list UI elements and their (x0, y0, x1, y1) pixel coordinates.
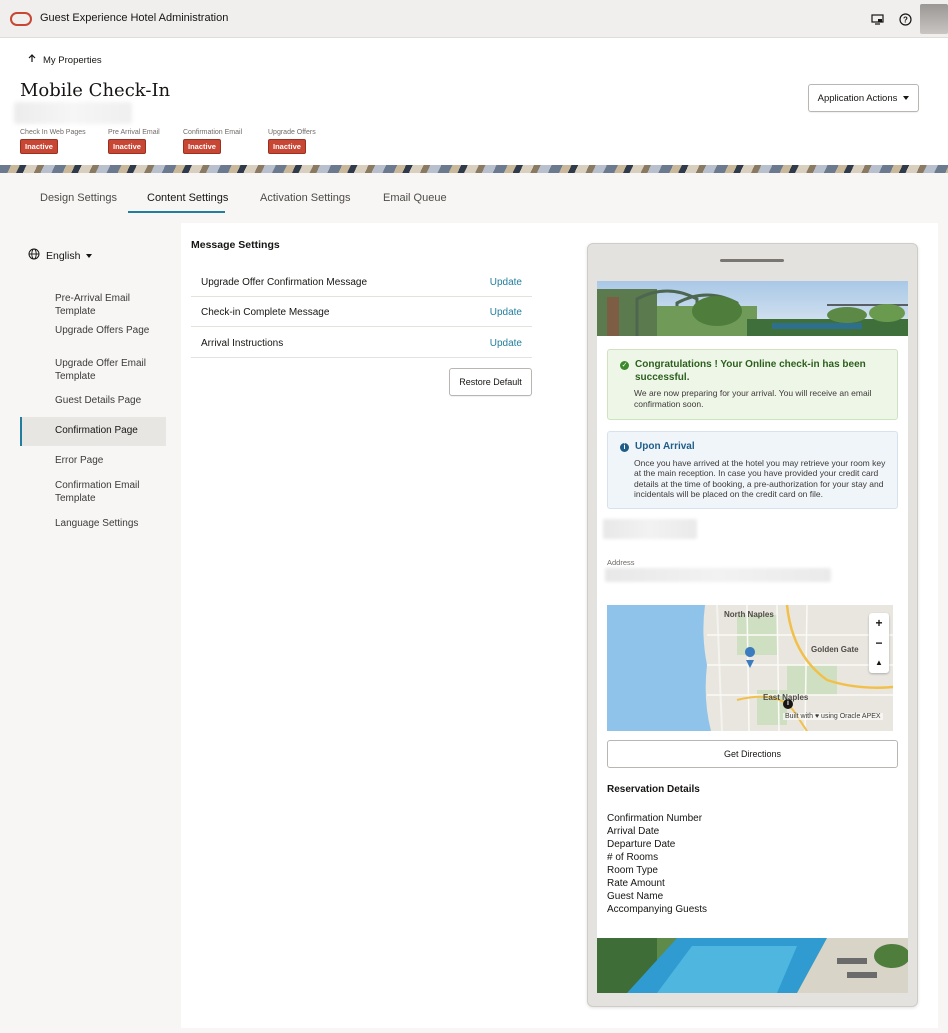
map-attribution: Built with ♥ using Oracle APEX (783, 713, 883, 720)
info-body: Once you have arrived at the hotel you m… (634, 457, 886, 500)
globe-icon (28, 248, 40, 263)
screen-share-icon[interactable] (869, 11, 885, 27)
reservation-field: Accompanying Guests (607, 904, 708, 915)
status-label: Check In Web Pages (20, 129, 86, 136)
reservation-field: Departure Date (607, 839, 676, 850)
phone-notch (720, 259, 784, 262)
checkin-success-alert: ✓ Congratulations ! Your Online check-in… (607, 349, 898, 420)
compass-icon[interactable]: ▲ (869, 653, 889, 673)
status-badge: Inactive (108, 139, 146, 154)
sidebar-item-language-settings[interactable]: Language Settings (55, 518, 165, 531)
svg-text:?: ? (903, 15, 908, 24)
reservation-field-list: Confirmation Number Arrival Date Departu… (607, 812, 707, 916)
status-label: Pre Arrival Email (108, 129, 160, 136)
update-link[interactable]: Update (490, 307, 522, 318)
message-label: Check-in Complete Message (201, 307, 330, 318)
caret-down-icon (86, 253, 93, 258)
reservation-field: Confirmation Number (607, 813, 703, 824)
reservation-field: # of Rooms (607, 852, 659, 863)
tab-activation-settings[interactable]: Activation Settings (260, 192, 351, 204)
back-to-properties-link[interactable]: My Properties (28, 54, 102, 66)
restore-default-button[interactable]: Restore Default (449, 368, 532, 396)
sidebar (0, 223, 180, 1028)
sidebar-item-upgrade-offers-page[interactable]: Upgrade Offers Page (55, 325, 165, 338)
success-body: We are now preparing for your arrival. Y… (634, 388, 872, 409)
message-label: Arrival Instructions (201, 338, 284, 349)
reservation-field: Arrival Date (607, 826, 660, 837)
status-upgrade-offers: Upgrade Offers Inactive (268, 129, 316, 154)
language-label: English (46, 249, 81, 262)
decorative-banner (0, 165, 948, 173)
map-controls: + − ▲ (869, 613, 889, 673)
active-tab-indicator (128, 211, 225, 213)
message-settings-title: Message Settings (191, 239, 280, 251)
status-label: Upgrade Offers (268, 129, 316, 136)
info-title: Upon Arrival (635, 441, 695, 452)
success-title: Congratulations ! Your Online check-in h… (635, 359, 866, 383)
map-label: Golden Gate (811, 645, 859, 654)
tab-content-settings[interactable]: Content Settings (147, 192, 228, 204)
message-label: Upgrade Offer Confirmation Message (201, 277, 368, 288)
zoom-in-button[interactable]: + (869, 613, 889, 633)
reservation-details-title: Reservation Details (607, 784, 700, 795)
tab-email-queue[interactable]: Email Queue (383, 192, 447, 204)
hotel-name-redacted (603, 519, 697, 539)
status-confirmation-email: Confirmation Email Inactive (183, 129, 242, 154)
sidebar-item-pre-arrival-email-template[interactable]: Pre-Arrival Email Template (55, 293, 165, 318)
hotel-pool-image (597, 938, 908, 993)
caret-down-icon (903, 96, 910, 100)
sidebar-item-guest-details-page[interactable]: Guest Details Page (55, 395, 165, 408)
update-link[interactable]: Update (490, 277, 522, 288)
reservation-field: Room Type (607, 865, 658, 876)
property-name-redacted (14, 102, 132, 124)
check-circle-icon: ✓ (620, 361, 629, 370)
status-badge: Inactive (183, 139, 221, 154)
zoom-out-button[interactable]: − (869, 633, 889, 653)
arrow-up-icon (28, 54, 36, 66)
sidebar-item-confirmation-page[interactable]: Confirmation Page (55, 425, 165, 438)
reservation-field: Rate Amount (607, 878, 665, 889)
address-label: Address (607, 558, 635, 567)
sidebar-item-upgrade-offer-email-template[interactable]: Upgrade Offer Email Template (55, 358, 165, 383)
hotel-garden-image (597, 281, 908, 336)
status-pre-arrival-email: Pre Arrival Email Inactive (108, 129, 160, 154)
status-badge: Inactive (268, 139, 306, 154)
app-title: Guest Experience Hotel Administration (40, 12, 229, 24)
map-info-icon[interactable]: i (783, 699, 793, 709)
status-check-in-web-pages: Check In Web Pages Inactive (20, 129, 86, 154)
page-title: Mobile Check-In (20, 80, 171, 101)
arrival-info-alert: i Upon Arrival Once you have arrived at … (607, 431, 898, 509)
message-row: Arrival Instructions Update (191, 328, 532, 358)
reservation-field: Guest Name (607, 891, 664, 902)
sidebar-item-confirmation-email-template[interactable]: Confirmation Email Template (55, 480, 165, 505)
status-badge: Inactive (20, 139, 58, 154)
tab-design-settings[interactable]: Design Settings (40, 192, 117, 204)
info-circle-icon: i (620, 443, 629, 452)
application-actions-button[interactable]: Application Actions (808, 84, 919, 112)
language-select[interactable]: English (28, 248, 93, 263)
help-icon[interactable]: ? (897, 11, 913, 27)
sidebar-item-error-page[interactable]: Error Page (55, 455, 165, 468)
top-bar: Guest Experience Hotel Administration ? (0, 0, 948, 38)
back-link-label: My Properties (43, 54, 102, 66)
status-label: Confirmation Email (183, 129, 243, 136)
user-avatar[interactable] (920, 4, 948, 34)
get-directions-button[interactable]: Get Directions (607, 740, 898, 768)
application-actions-label: Application Actions (817, 92, 898, 104)
address-redacted (605, 568, 831, 582)
oracle-logo[interactable] (10, 12, 32, 26)
settings-tabs: Design Settings Content Settings Activat… (0, 173, 948, 223)
message-row: Check-in Complete Message Update (191, 297, 532, 327)
message-row: Upgrade Offer Confirmation Message Updat… (191, 267, 532, 297)
update-link[interactable]: Update (490, 338, 522, 349)
map-label: North Naples (724, 610, 774, 619)
